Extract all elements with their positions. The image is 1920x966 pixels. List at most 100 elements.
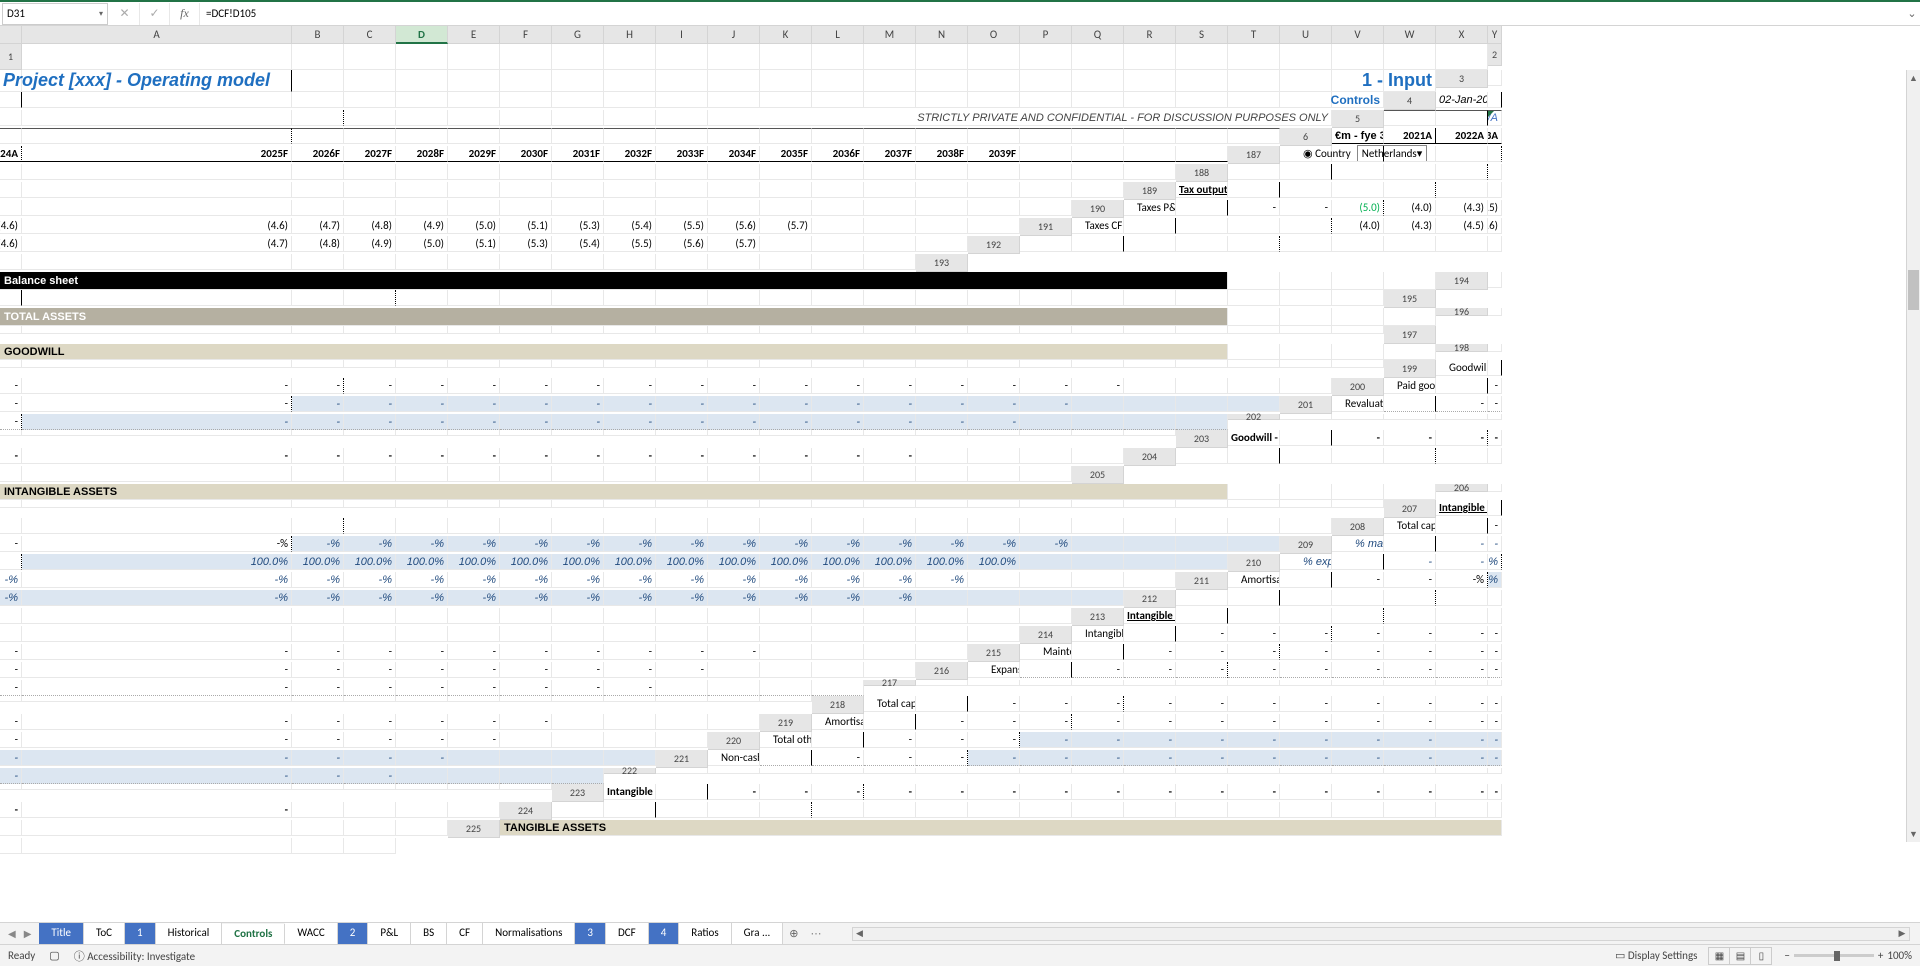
cell-S224[interactable] bbox=[1436, 802, 1488, 818]
cell-r222-2[interactable] bbox=[760, 768, 812, 774]
cell-r222-17[interactable] bbox=[0, 784, 22, 790]
year-header-22[interactable] bbox=[1176, 146, 1228, 162]
cell-B221[interactable]: Non-cash movements intangibles bbox=[708, 750, 760, 766]
display-settings[interactable]: ▭ Display Settings bbox=[1615, 949, 1697, 962]
cell-H208[interactable]: -% bbox=[344, 536, 396, 552]
cell-S220[interactable]: - bbox=[292, 750, 344, 766]
cell-r196-15[interactable] bbox=[916, 326, 968, 334]
macro-record-icon[interactable]: ▢ bbox=[49, 949, 59, 962]
cell-F223[interactable]: - bbox=[812, 784, 864, 800]
cell-r202-12[interactable] bbox=[552, 430, 604, 436]
col-header-C[interactable]: C bbox=[344, 26, 396, 44]
row-header-225[interactable]: 225 bbox=[448, 820, 500, 838]
cell-U215[interactable]: - bbox=[656, 662, 708, 678]
cell-C209[interactable] bbox=[1384, 536, 1436, 552]
cell-N216[interactable]: - bbox=[22, 680, 292, 696]
cell-r217-16[interactable] bbox=[396, 696, 448, 702]
cell-R218[interactable]: - bbox=[344, 714, 396, 730]
year-header-15[interactable]: 2036F bbox=[812, 146, 864, 162]
cell-r187-17[interactable] bbox=[864, 164, 916, 180]
cell-r198-14[interactable] bbox=[864, 360, 916, 368]
cell-r187-1[interactable] bbox=[1384, 146, 1436, 162]
cell-S191[interactable]: (5.5) bbox=[604, 236, 656, 252]
cell-M214[interactable]: - bbox=[292, 644, 344, 660]
cell-T209[interactable]: 100.0% bbox=[916, 554, 968, 570]
cell-B223[interactable]: Intangible Assets - eop bbox=[604, 784, 656, 800]
cell-S194[interactable] bbox=[1020, 290, 1072, 306]
cell-V191[interactable] bbox=[760, 236, 812, 252]
cell-E204[interactable] bbox=[1332, 448, 1384, 464]
cell-S218[interactable]: - bbox=[396, 714, 448, 730]
cell-T208[interactable]: -% bbox=[968, 536, 1020, 552]
sheet-tab-pl[interactable]: P&L bbox=[368, 923, 411, 944]
cell-K208[interactable]: -% bbox=[500, 536, 552, 552]
cell-I220[interactable]: - bbox=[1124, 732, 1176, 748]
cell-B4[interactable]: 02-Jan-2025 bbox=[1436, 92, 1488, 108]
cell-T220[interactable]: - bbox=[344, 750, 396, 766]
cell-R190[interactable]: (5.4) bbox=[604, 218, 656, 234]
cell-O212[interactable] bbox=[500, 608, 552, 624]
cell-r217-4[interactable] bbox=[1124, 680, 1176, 686]
cell-H207[interactable] bbox=[396, 518, 448, 534]
cell-r4-6[interactable] bbox=[448, 110, 500, 126]
cell-Y218[interactable] bbox=[708, 714, 760, 730]
cell-O218[interactable]: - bbox=[0, 714, 22, 730]
cell-N192[interactable] bbox=[292, 254, 344, 270]
cell-H192[interactable] bbox=[1332, 236, 1384, 252]
cell-r198-2[interactable] bbox=[22, 360, 292, 368]
cell-Q215[interactable]: - bbox=[448, 662, 500, 678]
cell-L192[interactable] bbox=[0, 254, 22, 270]
cell-S189[interactable] bbox=[708, 200, 760, 216]
cell-L213[interactable] bbox=[292, 626, 344, 642]
cell-r5-12[interactable] bbox=[708, 128, 760, 144]
cell-H199[interactable]: - bbox=[396, 378, 448, 394]
cell-r2-0[interactable] bbox=[22, 70, 292, 92]
cell-r196-13[interactable] bbox=[812, 326, 864, 334]
cell-U199[interactable]: - bbox=[1072, 378, 1124, 394]
cell-r206-14[interactable] bbox=[864, 500, 916, 508]
cell-r187-0[interactable] bbox=[1332, 146, 1384, 162]
row-header-217[interactable]: 217 bbox=[864, 680, 916, 686]
cell-r217-20[interactable] bbox=[604, 696, 656, 702]
col-header-H[interactable]: H bbox=[604, 26, 656, 44]
cell-M211[interactable]: -% bbox=[448, 590, 500, 606]
cell-Q208[interactable]: -% bbox=[812, 536, 864, 552]
cell-r206-13[interactable] bbox=[812, 500, 864, 508]
cell-G188[interactable] bbox=[1488, 164, 1502, 180]
cell-E219[interactable]: - bbox=[968, 714, 1020, 730]
cell-r202-18[interactable] bbox=[864, 430, 916, 436]
cell-R223[interactable]: - bbox=[1436, 784, 1488, 800]
cell-r2-7[interactable] bbox=[604, 70, 656, 92]
cell-r3-19[interactable] bbox=[1176, 92, 1228, 108]
cell-N223[interactable]: - bbox=[1228, 784, 1280, 800]
cell-P189[interactable] bbox=[552, 200, 604, 216]
cell-r206-1[interactable] bbox=[0, 500, 22, 508]
cell-C207[interactable] bbox=[1488, 500, 1502, 516]
col-header-V[interactable]: V bbox=[1332, 26, 1384, 44]
cell-X211[interactable] bbox=[1020, 590, 1072, 606]
year-header-20[interactable] bbox=[1072, 146, 1124, 162]
cell-M204[interactable] bbox=[396, 466, 448, 482]
cell-P216[interactable]: - bbox=[344, 680, 396, 696]
cell-r193-pad-2[interactable] bbox=[1332, 272, 1384, 290]
cell-E210[interactable]: - bbox=[1436, 554, 1488, 570]
cell-L211[interactable]: -% bbox=[396, 590, 448, 606]
cell-K221[interactable]: - bbox=[1176, 750, 1228, 766]
cell-I188[interactable] bbox=[22, 182, 292, 198]
cell-G212[interactable] bbox=[1436, 590, 1488, 606]
cell-r197-pad-0[interactable] bbox=[1228, 344, 1280, 360]
cell-U209[interactable]: 100.0% bbox=[968, 554, 1020, 570]
cell-r187-8[interactable] bbox=[396, 164, 448, 180]
cell-r198-23[interactable] bbox=[1332, 360, 1384, 368]
cell-P208[interactable]: -% bbox=[760, 536, 812, 552]
cell-J219[interactable]: - bbox=[1228, 714, 1280, 730]
cell-r202-17[interactable] bbox=[812, 430, 864, 436]
cell-r222-18[interactable] bbox=[22, 784, 292, 790]
cell-R188[interactable] bbox=[708, 182, 760, 198]
cell-r3-16[interactable] bbox=[1020, 92, 1072, 108]
cell-B192[interactable] bbox=[1020, 236, 1072, 252]
cell-Y2[interactable]: 1 - Input bbox=[1384, 70, 1436, 92]
cell-r5-22[interactable] bbox=[1228, 128, 1280, 144]
cell-Q192[interactable] bbox=[448, 254, 500, 270]
row-header-215[interactable]: 215 bbox=[968, 644, 1020, 662]
